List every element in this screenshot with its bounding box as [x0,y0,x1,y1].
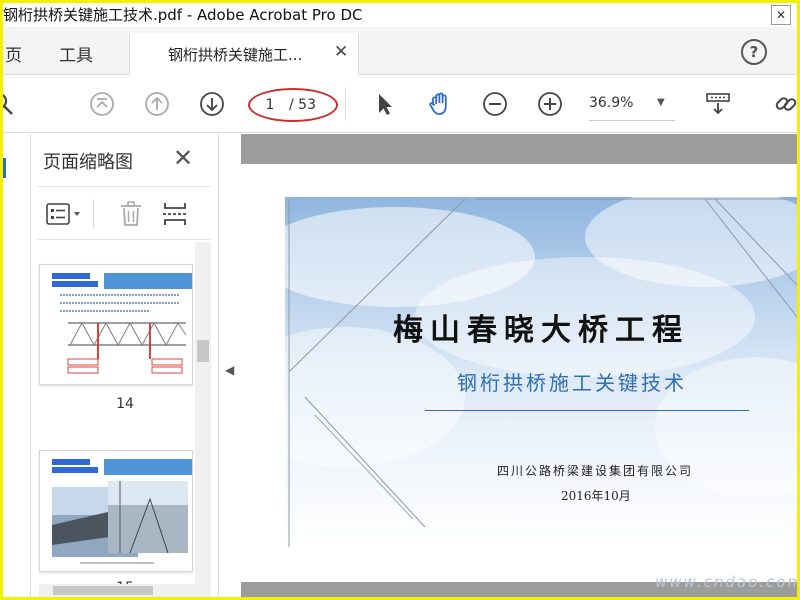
thumbnail-page-14[interactable] [39,264,193,385]
site-watermark: www.cndao.com [655,573,797,591]
document-tab-label: 钢桁拱桥关键施工... [168,46,303,64]
active-panel-marker [3,158,6,178]
thumbnails-scroll-thumb[interactable] [197,340,209,362]
slide-title: 梅山春晓大桥工程 [393,313,689,348]
insert-page-icon[interactable] [161,200,189,228]
toolbar-divider [345,87,346,121]
pdf-page: 梅山春晓大桥工程 钢桁拱桥施工关键技术 四川公路桥梁建设集团有限公司 2016年… [241,164,797,582]
thumbnails-close-icon[interactable]: ✕ [173,144,193,172]
slide-date: 2016年10月 [561,489,631,503]
window-title: 钢桁拱桥关键施工技术.pdf - Adobe Acrobat Pro DC [3,6,363,24]
thumbnails-toolbar [37,186,211,240]
thumbnails-vertical-scrollbar[interactable] [195,242,211,597]
slide-subtitle: 钢桁拱桥施工关键技术 [457,371,687,395]
zoom-out-icon[interactable] [482,91,508,117]
trash-icon[interactable] [117,200,145,228]
slide-company: 四川公路桥梁建设集团有限公司 [497,464,694,478]
title-bar: 钢桁拱桥关键施工技术.pdf - Adobe Acrobat Pro DC ✕ [3,3,797,27]
tab-tools[interactable]: 工具 [59,41,93,66]
tab-home[interactable]: 页 [5,41,22,66]
tab-bar: 页 工具 钢桁拱桥关键施工... ✕ ? [3,27,797,76]
hand-tool-icon[interactable] [427,91,453,117]
thumbnail-page-15[interactable] [39,450,193,572]
thumbnails-horizontal-scroll-thumb[interactable] [53,586,153,595]
help-icon[interactable]: ? [741,39,767,65]
document-tab-close-icon[interactable]: ✕ [334,42,348,62]
thumbnail-toolbar-divider [93,199,94,229]
slide-cover: 梅山春晓大桥工程 钢桁拱桥施工关键技术 四川公路桥梁建设集团有限公司 2016年… [285,197,797,549]
thumbnail-14-preview [40,265,192,384]
thumbnail-options-icon[interactable] [45,201,85,227]
document-view[interactable]: 梅山春晓大桥工程 钢桁拱桥施工关键技术 四川公路桥梁建设集团有限公司 2016年… [241,134,797,597]
collapse-panel-icon[interactable]: ◀ [225,363,234,377]
toolbar: 1 / 53 36.9% ▼ [3,75,797,133]
thumbnails-panel-title: 页面缩略图 [43,152,133,173]
zoom-dropdown-icon[interactable]: ▼ [657,97,665,108]
thumbnail-page-number: 14 [116,396,134,412]
left-navigation-strip [3,134,31,597]
red-annotation-ellipse [248,88,338,122]
next-page-icon[interactable] [199,91,225,117]
window-close-button[interactable]: ✕ [771,5,791,25]
link-icon[interactable] [773,91,797,117]
zoom-field-underline [589,120,675,121]
tab-document[interactable]: 钢桁拱桥关键施工... ✕ [129,33,359,76]
zoom-in-icon[interactable] [537,91,563,117]
download-scroll-mode-icon[interactable] [705,91,731,117]
search-icon[interactable] [3,91,15,117]
page-thumbnails-panel: 页面缩略图 ✕ 14 [31,134,219,597]
acrobat-window: 钢桁拱桥关键施工技术.pdf - Adobe Acrobat Pro DC ✕ … [3,3,797,597]
slide-subtitle-underline [425,410,749,411]
first-page-icon[interactable] [89,91,115,117]
previous-page-icon[interactable] [144,91,170,117]
select-cursor-icon[interactable] [372,91,398,117]
thumbnail-15-preview [40,451,192,571]
